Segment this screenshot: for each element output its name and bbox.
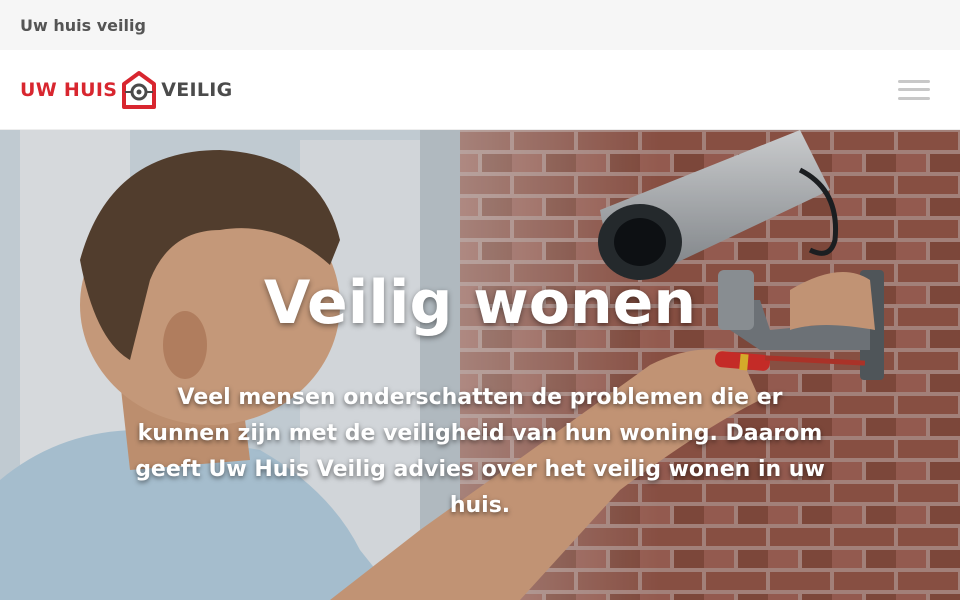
- hamburger-menu-icon[interactable]: [898, 79, 930, 100]
- top-bar: Uw huis veilig: [0, 0, 960, 50]
- house-lock-icon: [122, 70, 157, 109]
- site-name[interactable]: Uw huis veilig: [20, 16, 146, 35]
- hero-banner: Veilig wonen Veel mensen onderschatten d…: [0, 130, 960, 600]
- logo-text-part2: VEILIG: [161, 78, 233, 101]
- hero-content: Veilig wonen Veel mensen onderschatten d…: [0, 130, 960, 600]
- logo-text-part1: UW HUIS: [20, 78, 118, 101]
- logo[interactable]: UW HUIS VEILIG: [20, 70, 233, 110]
- hero-text: Veel mensen onderschatten de problemen d…: [135, 385, 825, 518]
- hero-title: Veilig wonen: [263, 268, 697, 338]
- site-header: UW HUIS VEILIG: [0, 50, 960, 130]
